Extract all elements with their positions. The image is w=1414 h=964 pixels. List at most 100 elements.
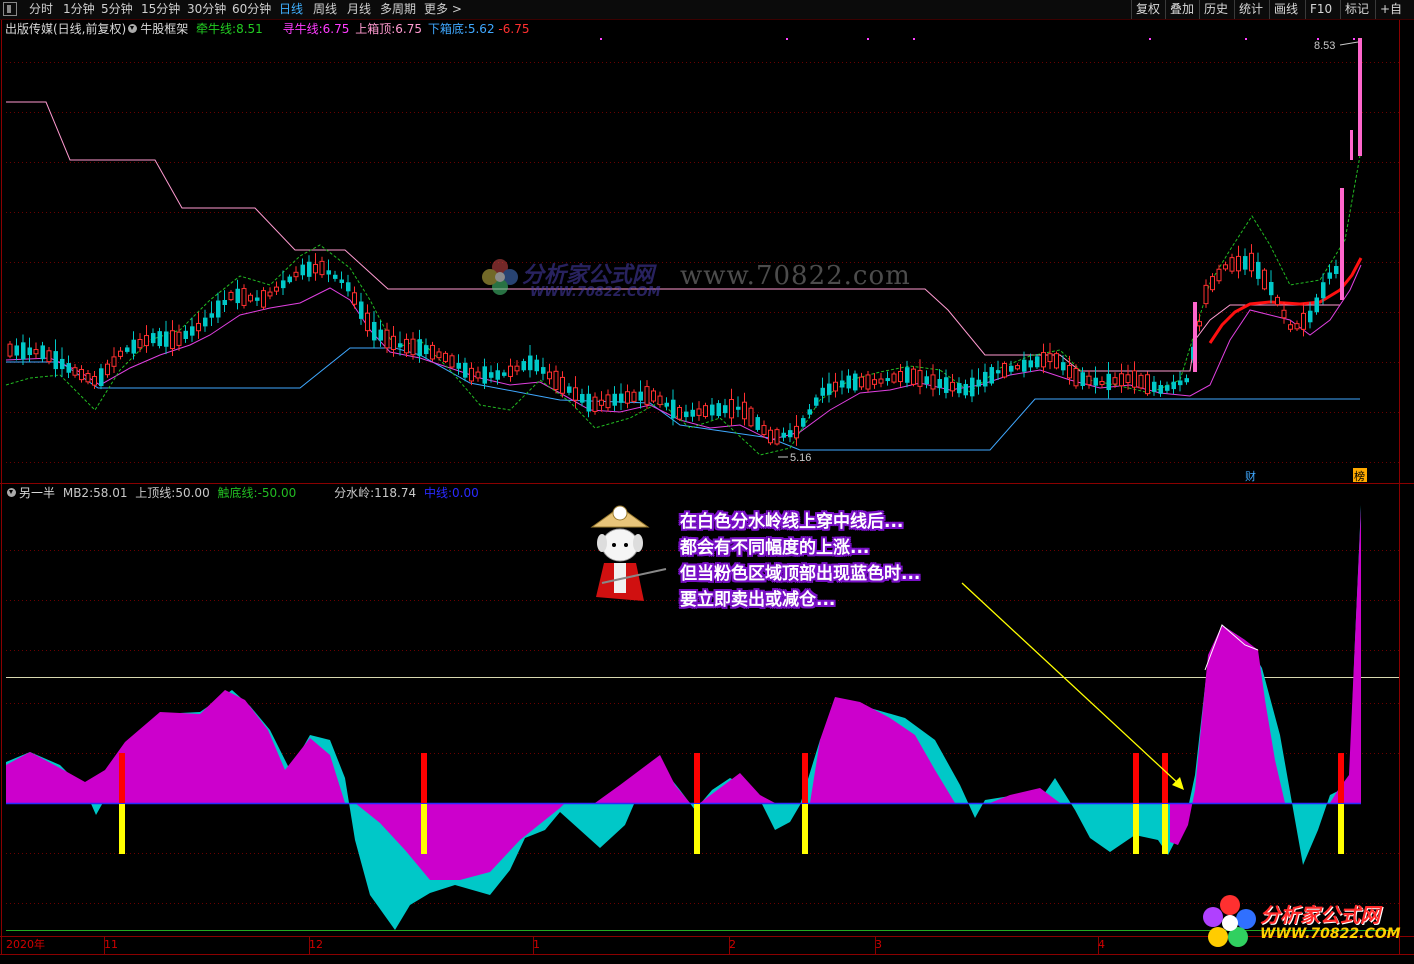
candle	[1327, 264, 1332, 285]
candle	[1002, 361, 1007, 379]
candle	[911, 366, 916, 387]
candle	[690, 402, 695, 422]
top-signal-dots	[600, 38, 1355, 40]
candle	[878, 373, 884, 388]
candle	[1184, 374, 1189, 385]
candle	[1223, 261, 1228, 272]
candle	[281, 270, 286, 296]
candle	[1047, 342, 1053, 370]
candle	[40, 341, 45, 362]
candle	[521, 358, 526, 372]
candle	[736, 396, 741, 418]
callout-line-1: 在白色分水岭线上穿中线后...	[680, 512, 904, 532]
candle	[807, 404, 812, 419]
candle	[1269, 270, 1274, 304]
candle	[1099, 376, 1105, 389]
candle	[21, 334, 26, 365]
candle	[190, 317, 195, 342]
candle	[840, 370, 845, 395]
candle	[216, 292, 221, 323]
signal-yellow-bar	[694, 804, 700, 854]
high-price-label: 8.53	[1314, 40, 1335, 52]
logo-brand: 分析家公式网	[1260, 903, 1380, 927]
x-label-1: 1	[533, 938, 540, 951]
candle	[410, 332, 416, 360]
callout-arrow	[961, 582, 1181, 786]
signal-red-bar	[802, 753, 808, 803]
candle	[580, 388, 585, 407]
candle	[1054, 351, 1059, 370]
candle	[85, 370, 91, 385]
candle	[748, 405, 754, 428]
candle	[996, 360, 1001, 380]
callout-line-2: 都会有不同幅度的上涨...	[680, 538, 870, 558]
candle	[1165, 381, 1170, 394]
candle	[255, 290, 260, 306]
candle	[963, 379, 968, 399]
high-price-pointer	[1339, 41, 1359, 46]
candle	[261, 287, 266, 310]
candle	[950, 374, 955, 397]
x-label-11: 11	[104, 938, 118, 951]
caibao-marker[interactable]: 财	[1245, 469, 1256, 483]
candle	[710, 398, 715, 421]
longhu-marker[interactable]: 榜	[1354, 469, 1365, 483]
candle	[1236, 245, 1241, 279]
candle	[196, 311, 201, 339]
candle	[1229, 253, 1235, 274]
limit-up-markers	[1193, 38, 1362, 372]
watermark-flower-icon	[482, 259, 518, 295]
callout-text: 在白色分水岭线上穿中线后... 都会有不同幅度的上涨... 但当粉色区域顶部出现…	[680, 509, 1000, 613]
candle	[346, 274, 351, 297]
candle	[60, 347, 65, 378]
chart-canvas[interactable]: 8.53 5.16 财 榜	[0, 0, 1414, 964]
candle	[1216, 264, 1222, 284]
candle	[1125, 364, 1131, 390]
candle	[644, 380, 650, 409]
signal-yellow-bar	[421, 804, 427, 854]
candle	[424, 338, 429, 359]
signal-yellow-bar	[802, 804, 808, 854]
mascot-icon	[590, 505, 667, 601]
candle	[983, 363, 988, 393]
signal-yellow-bar	[1162, 804, 1168, 854]
candle	[1035, 354, 1040, 369]
candle	[592, 392, 598, 415]
candle	[924, 370, 929, 389]
candle	[768, 426, 773, 446]
candle	[696, 401, 702, 421]
candle	[293, 266, 299, 281]
candle	[33, 342, 39, 359]
candle	[560, 371, 565, 398]
candle	[865, 370, 871, 392]
logo-url: WWW.70822.COM	[1260, 926, 1401, 942]
candle	[372, 311, 377, 349]
candle	[176, 324, 182, 351]
candle	[53, 339, 58, 378]
candle	[625, 384, 630, 409]
candle	[222, 290, 227, 312]
main-panel-grid	[0, 20, 1414, 955]
candle	[1106, 361, 1111, 399]
candle	[508, 358, 513, 382]
candle	[612, 386, 617, 412]
candle	[657, 391, 663, 408]
candle	[287, 274, 292, 284]
box-bottom-line	[6, 347, 1360, 451]
candle	[27, 337, 32, 362]
signal-red-bar	[1338, 753, 1344, 803]
watermark-url: WWW.70822.COM	[530, 285, 661, 300]
candle	[1203, 279, 1209, 308]
candle	[677, 404, 682, 421]
candle	[684, 404, 689, 422]
candle	[203, 309, 208, 332]
candle	[398, 331, 403, 356]
signal-red-bar	[1162, 753, 1168, 803]
candle	[404, 333, 409, 357]
candle	[853, 370, 858, 393]
candle	[463, 357, 468, 382]
candle	[937, 369, 942, 396]
candle	[430, 341, 435, 362]
candle	[164, 320, 169, 355]
watermark: 分析家公式网 WWW.70822.COM www.70822.com	[480, 255, 920, 305]
